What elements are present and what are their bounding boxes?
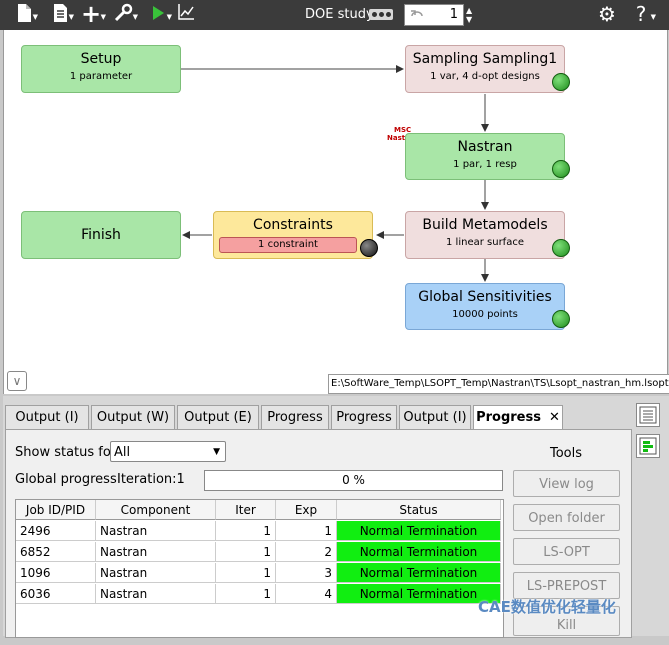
- column-header[interactable]: Status: [337, 500, 501, 520]
- gear-icon[interactable]: ⚙: [596, 3, 618, 25]
- run-icon[interactable]: ▼: [148, 3, 172, 25]
- sampling-node[interactable]: Sampling Sampling1 1 var, 4 d-opt design…: [405, 45, 570, 93]
- constraints-node[interactable]: Constraints 1 constraint: [213, 211, 378, 259]
- build-subtitle: 1 linear surface: [446, 237, 524, 248]
- status-ball-icon: [552, 73, 570, 91]
- tab-label: Progress: [476, 410, 541, 425]
- watermark-text: CAE数值优化轻量化: [478, 598, 616, 616]
- ls-prepost-button[interactable]: LS-PREPOST: [513, 572, 620, 599]
- loop-icon: [411, 10, 423, 17]
- iter: 1: [216, 521, 276, 541]
- job-id: 2496: [16, 521, 96, 541]
- tools-title: Tools: [550, 446, 583, 461]
- status-filter-select[interactable]: All ▼: [110, 441, 226, 462]
- wrench-icon[interactable]: ▼: [112, 3, 138, 25]
- job-id: 6036: [16, 584, 96, 604]
- show-status-label: Show status for:: [15, 445, 121, 460]
- add-icon[interactable]: + ▼: [80, 2, 106, 26]
- component: Nastran: [96, 563, 216, 583]
- tab-output-i[interactable]: Output (I): [5, 405, 89, 429]
- spin-arrows-icon[interactable]: ▲ ▼: [466, 6, 472, 24]
- main-toolbar: ▼ ▼ + ▼ ▼ ▼ DOE study 1 ▲ ▼ ⚙ ? ▼: [0, 0, 669, 30]
- iter: 1: [216, 584, 276, 604]
- iter: 1: [216, 542, 276, 562]
- build-title: Build Metamodels: [422, 217, 548, 233]
- nastran-node[interactable]: Nastran 1 par, 1 resp: [405, 133, 570, 180]
- exp: 2: [276, 542, 337, 562]
- status-ball-icon: [552, 160, 570, 178]
- component: Nastran: [96, 521, 216, 541]
- status-cell: Normal Termination: [337, 563, 501, 583]
- iteration-spinbox[interactable]: 1: [404, 4, 464, 26]
- iter: 1: [216, 563, 276, 583]
- finish-title: Finish: [81, 227, 121, 243]
- status-cell: Normal Termination: [337, 542, 501, 562]
- tab-output-w[interactable]: Output (W): [91, 405, 175, 429]
- view-log-button[interactable]: View log: [513, 470, 620, 497]
- exp: 3: [276, 563, 337, 583]
- new-file-icon[interactable]: ▼: [14, 3, 38, 25]
- setup-node[interactable]: Setup 1 parameter: [21, 45, 181, 93]
- chevron-down-icon: ▼: [213, 447, 220, 457]
- global-sensitivities-node[interactable]: Global Sensitivities 10000 points: [405, 283, 570, 330]
- global-progress-label: Global progress: [15, 472, 117, 487]
- iteration-label: Iteration:1: [117, 472, 185, 487]
- tab-progress-2[interactable]: Progress: [331, 405, 397, 429]
- tab-progress-active[interactable]: Progress ✕: [473, 405, 563, 430]
- tab-output-e[interactable]: Output (E): [177, 405, 259, 429]
- ls-opt-button[interactable]: LS-OPT: [513, 538, 620, 565]
- help-icon[interactable]: ? ▼: [630, 3, 656, 25]
- status-cell: Normal Termination: [337, 584, 501, 604]
- component: Nastran: [96, 584, 216, 604]
- column-header[interactable]: Component: [96, 500, 216, 520]
- nastran-title: Nastran: [457, 139, 513, 155]
- chart-icon[interactable]: [176, 3, 196, 25]
- tab-progress-1[interactable]: Progress: [261, 405, 329, 429]
- iteration-value: 1: [449, 7, 458, 22]
- setup-title: Setup: [80, 51, 122, 67]
- column-header[interactable]: Job ID/PID: [16, 500, 96, 520]
- sampling-title: Sampling Sampling1: [412, 51, 558, 67]
- constraint-bar: 1 constraint: [219, 237, 357, 253]
- global-subtitle: 10000 points: [452, 309, 518, 320]
- status-filter-value: All: [114, 445, 131, 460]
- constraints-title: Constraints: [253, 217, 333, 233]
- document-icon[interactable]: ▼: [50, 3, 74, 25]
- study-type-label: DOE study: [305, 7, 374, 22]
- job-id: 1096: [16, 563, 96, 583]
- status-ball-icon: [552, 310, 570, 328]
- open-folder-button[interactable]: Open folder: [513, 504, 620, 531]
- column-header[interactable]: Iter: [216, 500, 276, 520]
- component: Nastran: [96, 542, 216, 562]
- global-title: Global Sensitivities: [418, 289, 552, 305]
- progress-view-icon[interactable]: [636, 434, 660, 458]
- setup-subtitle: 1 parameter: [69, 71, 133, 82]
- job-table: Job ID/PID Component Iter Exp Status 249…: [15, 499, 504, 638]
- column-header[interactable]: Exp: [276, 500, 337, 520]
- more-options-icon[interactable]: [369, 9, 393, 20]
- log-view-icon[interactable]: [636, 403, 660, 427]
- status-ball-icon: [360, 239, 378, 257]
- close-icon[interactable]: ✕: [549, 410, 560, 425]
- nastran-subtitle: 1 par, 1 resp: [453, 159, 517, 170]
- exp: 1: [276, 521, 337, 541]
- collapse-chevron-icon[interactable]: ∨: [7, 371, 27, 391]
- project-path: E:\SoftWare_Temp\LSOPT_Temp\Nastran\TS\L…: [328, 374, 669, 394]
- exp: 4: [276, 584, 337, 604]
- build-metamodels-node[interactable]: Build Metamodels 1 linear surface: [405, 211, 570, 259]
- workflow-canvas: Setup 1 parameter Sampling Sampling1 1 v…: [3, 30, 669, 394]
- job-id: 6852: [16, 542, 96, 562]
- tab-output-i-2[interactable]: Output (I): [399, 405, 471, 429]
- sampling-subtitle: 1 var, 4 d-opt designs: [430, 71, 540, 82]
- finish-node[interactable]: Finish: [21, 211, 181, 259]
- status-ball-icon: [552, 239, 570, 257]
- global-progress-bar: 0 %: [204, 470, 503, 491]
- status-cell: Normal Termination: [337, 521, 501, 541]
